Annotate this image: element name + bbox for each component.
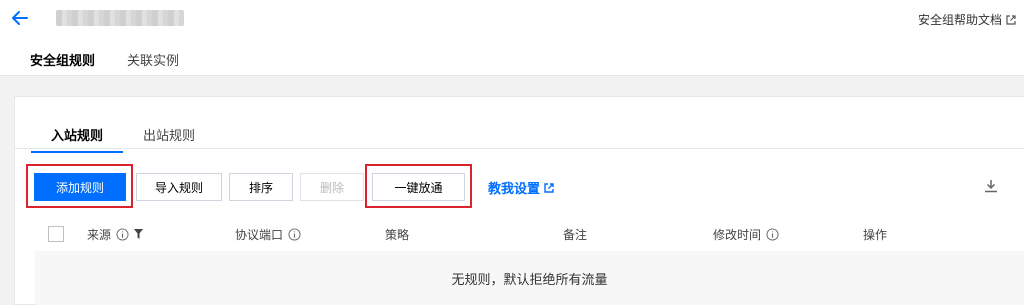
info-icon[interactable] [766, 227, 779, 241]
column-remarks-label: 备注 [563, 227, 588, 242]
help-doc-link[interactable]: 安全组帮助文档 [918, 11, 1016, 28]
column-modified-time-label: 修改时间 [713, 227, 762, 242]
inner-tabs-divider [15, 148, 1024, 149]
back-arrow-icon[interactable] [10, 8, 30, 28]
teach-me-link[interactable]: 教我设置 [488, 178, 554, 197]
external-link-icon [544, 182, 554, 193]
column-actions: 操作 [863, 226, 887, 243]
column-protocol-port: 协议端口 [235, 226, 301, 243]
column-remarks: 备注 [563, 226, 587, 243]
import-rule-button[interactable]: 导入规则 [136, 173, 222, 201]
empty-table-text: 无规则，默认拒绝所有流量 [451, 272, 608, 288]
delete-button[interactable]: 删除 [300, 173, 364, 201]
table-header: 来源 协议端口 策略 备注 修改时间 操作 [15, 217, 1024, 251]
info-icon[interactable] [288, 227, 301, 241]
one-click-open-button[interactable]: 一键放通 [372, 173, 465, 201]
column-policy-label: 策略 [385, 227, 410, 242]
empty-table-message: 无规则，默认拒绝所有流量 [35, 251, 1024, 305]
add-rule-button[interactable]: 添加规则 [34, 173, 126, 201]
select-all-checkbox[interactable] [48, 226, 64, 242]
info-icon[interactable] [116, 227, 129, 241]
teach-me-label: 教我设置 [488, 182, 541, 197]
column-modified-time: 修改时间 [713, 226, 779, 243]
download-icon[interactable] [984, 178, 998, 194]
column-protocol-port-label: 协议端口 [235, 227, 284, 242]
column-policy: 策略 [385, 226, 409, 243]
rules-panel: 入站规则 出站规则 添加规则 导入规则 排序 删除 一键放通 教我设置 来源 协… [14, 96, 1024, 305]
column-source-label: 来源 [87, 227, 112, 242]
help-doc-label: 安全组帮助文档 [917, 13, 1002, 27]
filter-icon[interactable] [134, 229, 144, 239]
external-link-icon [1006, 14, 1016, 25]
column-source: 来源 [87, 226, 144, 243]
column-actions-label: 操作 [863, 227, 888, 242]
blurred-instance-title [56, 10, 184, 26]
sort-button[interactable]: 排序 [229, 173, 293, 201]
